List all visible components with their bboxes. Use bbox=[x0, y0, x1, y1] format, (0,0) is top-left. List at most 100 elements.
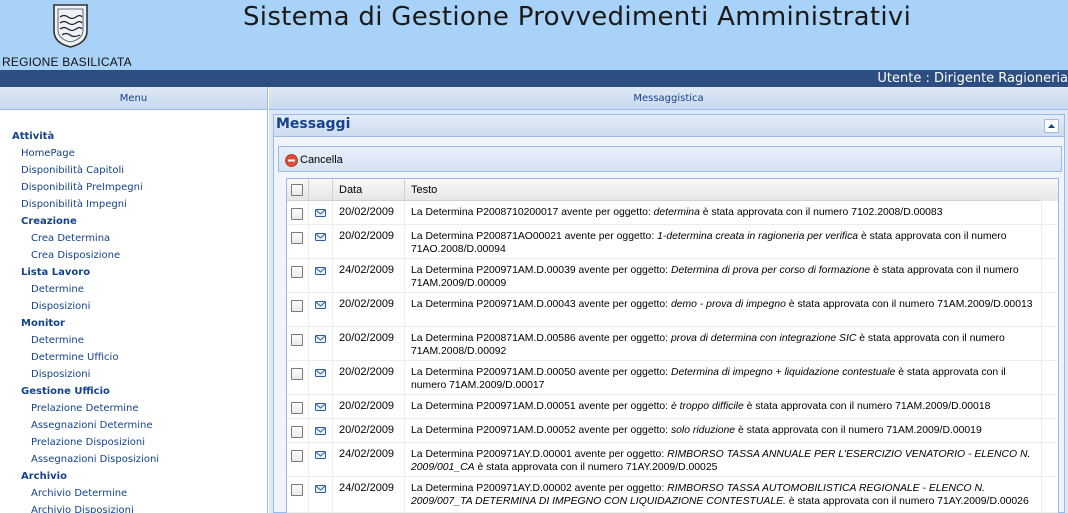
message-text: La Determina P200871AO00021 avente per o… bbox=[411, 230, 1039, 256]
message-text-part: è stata approvata con il numero 71AY.200… bbox=[474, 462, 718, 473]
menu-item-assegnazioni-disposizioni[interactable]: Assegnazioni Disposizioni bbox=[12, 451, 267, 468]
messages-toolbar: Cancella bbox=[278, 146, 1062, 172]
menu-item-disponibilit-impegni[interactable]: Disponibilità Impegni bbox=[12, 196, 267, 213]
messages-grid: Data Testo 20/02/2009 La Determina P20087… bbox=[286, 178, 1059, 513]
row-text-cell: La Determina P200971AY.D.00001 avente pe… bbox=[405, 443, 1042, 476]
message-row[interactable]: 24/02/2009 La Determina P200971AY.D.00002… bbox=[287, 477, 1058, 513]
row-text-cell: La Determina P200971AM.D.00051 avente pe… bbox=[405, 395, 1042, 418]
row-text-cell: La Determina P200871AO00021 avente per o… bbox=[405, 225, 1042, 258]
row-checkbox[interactable] bbox=[291, 208, 303, 220]
menu-item-archivio-disposizioni[interactable]: Archivio Disposizioni bbox=[12, 502, 267, 513]
menu-section-gestione-ufficio[interactable]: Gestione Ufficio bbox=[12, 383, 267, 400]
row-date-cell: 20/02/2009 bbox=[333, 395, 405, 418]
message-date: 24/02/2009 bbox=[339, 448, 395, 460]
menu-section-monitor[interactable]: Monitor bbox=[12, 315, 267, 332]
menu-item-determine[interactable]: Determine bbox=[12, 332, 267, 349]
menu-section-lista-lavoro[interactable]: Lista Lavoro bbox=[12, 264, 267, 281]
row-checkbox[interactable] bbox=[291, 484, 303, 496]
message-text: La Determina P200971AM.D.00052 avente pe… bbox=[411, 424, 1039, 437]
message-subject: 1-determina creata in ragioneria per ver… bbox=[657, 231, 859, 242]
row-checkbox[interactable] bbox=[291, 334, 303, 346]
row-text-cell: La Determina P2008710200017 avente per o… bbox=[405, 201, 1042, 224]
delete-button[interactable]: Cancella bbox=[285, 151, 343, 169]
row-checkbox[interactable] bbox=[291, 402, 303, 414]
message-row[interactable]: 20/02/2009 La Determina P200871AO00021 av… bbox=[287, 225, 1058, 259]
row-icon-cell bbox=[309, 201, 333, 224]
row-date-cell: 20/02/2009 bbox=[333, 225, 405, 258]
message-text-part: La Determina P200971AM.D.00052 avente pe… bbox=[411, 425, 671, 436]
column-header-text[interactable]: Testo bbox=[405, 179, 1042, 201]
message-subject: Determina di impegno + liquidazione cont… bbox=[670, 367, 896, 378]
message-text-part: La Determina P200871AM.D.00586 avente pe… bbox=[411, 333, 671, 344]
message-date: 24/02/2009 bbox=[339, 482, 395, 494]
row-checkbox[interactable] bbox=[291, 266, 303, 278]
menu-item-disposizioni[interactable]: Disposizioni bbox=[12, 366, 267, 383]
chevron-up-icon bbox=[1048, 124, 1055, 128]
menu-section-creazione[interactable]: Creazione bbox=[12, 213, 267, 230]
row-checkbox[interactable] bbox=[291, 300, 303, 312]
collapse-button[interactable] bbox=[1044, 119, 1059, 133]
row-date-cell: 20/02/2009 bbox=[333, 293, 405, 326]
envelope-icon bbox=[315, 209, 326, 217]
column-header-date[interactable]: Data bbox=[333, 179, 405, 201]
row-text-cell: La Determina P200971AM.D.00052 avente pe… bbox=[405, 419, 1042, 442]
row-text-cell: La Determina P200971AM.D.00039 avente pe… bbox=[405, 259, 1042, 292]
envelope-icon bbox=[315, 451, 326, 459]
row-checkbox[interactable] bbox=[291, 426, 303, 438]
message-date: 20/02/2009 bbox=[339, 400, 395, 412]
envelope-icon bbox=[315, 335, 326, 343]
menu-item-prelazione-disposizioni[interactable]: Prelazione Disposizioni bbox=[12, 434, 267, 451]
message-row[interactable]: 20/02/2009 La Determina P200971AM.D.00051… bbox=[287, 395, 1058, 419]
menu-item-determine[interactable]: Determine bbox=[12, 281, 267, 298]
menu-item-prelazione-determine[interactable]: Prelazione Determine bbox=[12, 400, 267, 417]
message-row[interactable]: 24/02/2009 La Determina P200971AM.D.00039… bbox=[287, 259, 1058, 293]
message-text-part: La Determina P200871AO00021 avente per o… bbox=[411, 231, 658, 242]
row-icon-cell bbox=[309, 443, 333, 476]
region-crest-logo bbox=[53, 4, 88, 48]
menu-section-archivio[interactable]: Archivio bbox=[12, 468, 267, 485]
messages-panel: Messaggi Cancella Data Testo 20/02/2009 … bbox=[273, 114, 1065, 513]
menu-panel-header: Menu bbox=[0, 87, 267, 110]
message-row[interactable]: 20/02/2009 La Determina P200971AM.D.00052… bbox=[287, 419, 1058, 443]
row-select-cell bbox=[287, 395, 309, 418]
menu-item-archivio-determine[interactable]: Archivio Determine bbox=[12, 485, 267, 502]
menu-item-crea-determina[interactable]: Crea Determina bbox=[12, 230, 267, 247]
menu-section-attivit[interactable]: Attività bbox=[12, 128, 267, 145]
menu-item-determine-ufficio[interactable]: Determine Ufficio bbox=[12, 349, 267, 366]
row-select-cell bbox=[287, 225, 309, 258]
content-panel-header: Messaggistica bbox=[269, 87, 1068, 110]
message-subject: demo - prova di impegno bbox=[670, 299, 786, 310]
menu-item-disponibilit-preimpegni[interactable]: Disponibilità PreImpegni bbox=[12, 179, 267, 196]
menu-item-disponibilit-capitoli[interactable]: Disponibilità Capitoli bbox=[12, 162, 267, 179]
row-select-cell bbox=[287, 443, 309, 476]
messages-title: Messaggi bbox=[276, 116, 351, 132]
message-row[interactable]: 20/02/2009 La Determina P2008710200017 av… bbox=[287, 201, 1058, 225]
message-row[interactable]: 20/02/2009 La Determina P200871AM.D.00586… bbox=[287, 327, 1058, 361]
row-date-cell: 20/02/2009 bbox=[333, 201, 405, 224]
select-all-checkbox[interactable] bbox=[291, 184, 303, 196]
menu-item-crea-disposizione[interactable]: Crea Disposizione bbox=[12, 247, 267, 264]
app-title: Sistema di Gestione Provvedimenti Ammini… bbox=[243, 2, 912, 32]
message-text: La Determina P200971AM.D.00043 avente pe… bbox=[411, 298, 1039, 311]
row-select-cell bbox=[287, 361, 309, 394]
message-row[interactable]: 20/02/2009 La Determina P200971AM.D.00050… bbox=[287, 361, 1058, 395]
icon-column-header bbox=[309, 179, 333, 201]
menu-tree: Attività HomePage Disponibilità Capitoli Di… bbox=[0, 110, 267, 513]
envelope-icon bbox=[315, 369, 326, 377]
row-text-cell: La Determina P200971AY.D.00002 avente pe… bbox=[405, 477, 1042, 512]
menu-item-homepage[interactable]: HomePage bbox=[12, 145, 267, 162]
menu-item-assegnazioni-determine[interactable]: Assegnazioni Determine bbox=[12, 417, 267, 434]
row-select-cell bbox=[287, 293, 309, 326]
row-checkbox[interactable] bbox=[291, 232, 303, 244]
user-bar: Utente : Dirigente Ragioneria bbox=[0, 70, 1068, 87]
message-date: 24/02/2009 bbox=[339, 264, 395, 276]
row-checkbox[interactable] bbox=[291, 450, 303, 462]
message-text: La Determina P200971AM.D.00051 avente pe… bbox=[411, 400, 1039, 413]
row-select-cell bbox=[287, 201, 309, 224]
menu-item-disposizioni[interactable]: Disposizioni bbox=[12, 298, 267, 315]
row-icon-cell bbox=[309, 225, 333, 258]
message-row[interactable]: 24/02/2009 La Determina P200971AY.D.00001… bbox=[287, 443, 1058, 477]
row-checkbox[interactable] bbox=[291, 368, 303, 380]
grid-header-row: Data Testo bbox=[287, 179, 1058, 201]
message-row[interactable]: 20/02/2009 La Determina P200971AM.D.00043… bbox=[287, 293, 1058, 327]
